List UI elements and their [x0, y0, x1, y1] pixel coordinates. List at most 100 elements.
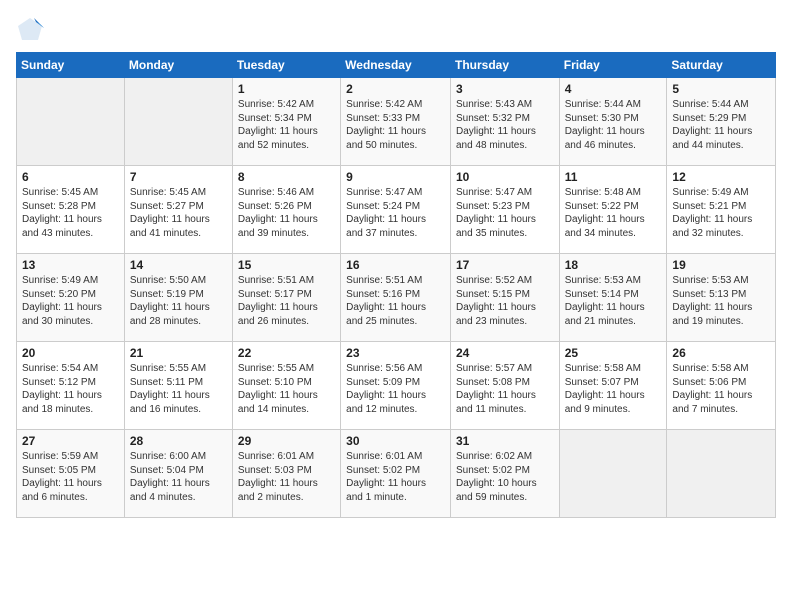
- day-info: Sunrise: 5:48 AM Sunset: 5:22 PM Dayligh…: [565, 186, 662, 240]
- day-number: 7: [130, 170, 227, 184]
- day-info: Sunrise: 5:55 AM Sunset: 5:11 PM Dayligh…: [130, 362, 227, 416]
- day-cell: 23 Sunrise: 5:56 AM Sunset: 5:09 PM Dayli…: [341, 342, 451, 430]
- week-row-1: 1Sunrise: 5:42 AM Sunset: 5:34 PM Daylig…: [17, 78, 776, 166]
- day-info: Sunrise: 5:56 AM Sunset: 5:09 PM Dayligh…: [346, 362, 445, 416]
- day-number: 23: [346, 346, 445, 360]
- weekday-header-monday: Monday: [124, 53, 232, 78]
- day-cell: 16Sunrise: 5:51 AM Sunset: 5:16 PM Dayli…: [341, 254, 451, 342]
- day-cell: 11 Sunrise: 5:48 AM Sunset: 5:22 PM Dayli…: [559, 166, 667, 254]
- day-number: 9: [346, 170, 445, 184]
- day-info: Sunrise: 5:47 AM Sunset: 5:24 PM Dayligh…: [346, 186, 445, 240]
- day-number: 20: [22, 346, 119, 360]
- weekday-header-tuesday: Tuesday: [232, 53, 340, 78]
- logo-icon: [16, 16, 44, 44]
- day-number: 26: [672, 346, 770, 360]
- day-number: 27: [22, 434, 119, 448]
- day-cell: 22 Sunrise: 5:55 AM Sunset: 5:10 PM Dayli…: [232, 342, 340, 430]
- day-info: Sunrise: 5:52 AM Sunset: 5:15 PM Dayligh…: [456, 274, 554, 328]
- day-number: 3: [456, 82, 554, 96]
- day-info: Sunrise: 6:01 AM Sunset: 5:03 PM Dayligh…: [238, 450, 335, 504]
- day-number: 4: [565, 82, 662, 96]
- day-info: Sunrise: 5:45 AM Sunset: 5:28 PM Dayligh…: [22, 186, 119, 240]
- day-number: 21: [130, 346, 227, 360]
- page-header: [16, 16, 776, 44]
- day-cell: 6 Sunrise: 5:45 AM Sunset: 5:28 PM Daylig…: [17, 166, 125, 254]
- calendar-table: SundayMondayTuesdayWednesdayThursdayFrid…: [16, 52, 776, 518]
- weekday-header-friday: Friday: [559, 53, 667, 78]
- day-info: Sunrise: 6:00 AM Sunset: 5:04 PM Dayligh…: [130, 450, 227, 504]
- day-cell: 7 Sunrise: 5:45 AM Sunset: 5:27 PM Daylig…: [124, 166, 232, 254]
- day-cell: 17Sunrise: 5:52 AM Sunset: 5:15 PM Dayli…: [450, 254, 559, 342]
- day-cell: 8 Sunrise: 5:46 AM Sunset: 5:26 PM Daylig…: [232, 166, 340, 254]
- day-info: Sunrise: 5:58 AM Sunset: 5:07 PM Dayligh…: [565, 362, 662, 416]
- day-number: 14: [130, 258, 227, 272]
- day-cell: 24 Sunrise: 5:57 AM Sunset: 5:08 PM Dayli…: [450, 342, 559, 430]
- day-info: Sunrise: 5:54 AM Sunset: 5:12 PM Dayligh…: [22, 362, 119, 416]
- day-number: 25: [565, 346, 662, 360]
- day-number: 11: [565, 170, 662, 184]
- day-info: Sunrise: 5:57 AM Sunset: 5:08 PM Dayligh…: [456, 362, 554, 416]
- day-cell: [559, 430, 667, 518]
- day-info: Sunrise: 6:01 AM Sunset: 5:02 PM Dayligh…: [346, 450, 445, 504]
- day-cell: 28 Sunrise: 6:00 AM Sunset: 5:04 PM Dayli…: [124, 430, 232, 518]
- day-cell: 31 Sunrise: 6:02 AM Sunset: 5:02 PM Dayli…: [450, 430, 559, 518]
- day-info: Sunrise: 5:45 AM Sunset: 5:27 PM Dayligh…: [130, 186, 227, 240]
- day-cell: 19 Sunrise: 5:53 AM Sunset: 5:13 PM Dayli…: [667, 254, 776, 342]
- day-info: Sunrise: 5:50 AM Sunset: 5:19 PM Dayligh…: [130, 274, 227, 328]
- day-cell: 25 Sunrise: 5:58 AM Sunset: 5:07 PM Dayli…: [559, 342, 667, 430]
- day-cell: 5 Sunrise: 5:44 AM Sunset: 5:29 PM Daylig…: [667, 78, 776, 166]
- day-cell: 10 Sunrise: 5:47 AM Sunset: 5:23 PM Dayli…: [450, 166, 559, 254]
- day-cell: 26Sunrise: 5:58 AM Sunset: 5:06 PM Dayli…: [667, 342, 776, 430]
- day-info: Sunrise: 5:43 AM Sunset: 5:32 PM Dayligh…: [456, 98, 554, 152]
- day-info: Sunrise: 5:47 AM Sunset: 5:23 PM Dayligh…: [456, 186, 554, 240]
- day-cell: 20 Sunrise: 5:54 AM Sunset: 5:12 PM Dayli…: [17, 342, 125, 430]
- day-number: 5: [672, 82, 770, 96]
- logo: [16, 16, 48, 44]
- day-cell: 15Sunrise: 5:51 AM Sunset: 5:17 PM Dayli…: [232, 254, 340, 342]
- day-cell: 13 Sunrise: 5:49 AM Sunset: 5:20 PM Dayli…: [17, 254, 125, 342]
- weekday-header-thursday: Thursday: [450, 53, 559, 78]
- day-number: 18: [565, 258, 662, 272]
- day-cell: 30Sunrise: 6:01 AM Sunset: 5:02 PM Dayli…: [341, 430, 451, 518]
- day-cell: 3 Sunrise: 5:43 AM Sunset: 5:32 PM Daylig…: [450, 78, 559, 166]
- day-number: 2: [346, 82, 445, 96]
- day-info: Sunrise: 5:44 AM Sunset: 5:30 PM Dayligh…: [565, 98, 662, 152]
- day-number: 22: [238, 346, 335, 360]
- week-row-2: 6 Sunrise: 5:45 AM Sunset: 5:28 PM Daylig…: [17, 166, 776, 254]
- day-number: 24: [456, 346, 554, 360]
- day-number: 8: [238, 170, 335, 184]
- week-row-5: 27 Sunrise: 5:59 AM Sunset: 5:05 PM Dayli…: [17, 430, 776, 518]
- day-info: Sunrise: 5:55 AM Sunset: 5:10 PM Dayligh…: [238, 362, 335, 416]
- day-cell: [667, 430, 776, 518]
- day-number: 16: [346, 258, 445, 272]
- day-number: 28: [130, 434, 227, 448]
- day-cell: 21 Sunrise: 5:55 AM Sunset: 5:11 PM Dayli…: [124, 342, 232, 430]
- day-cell: 12Sunrise: 5:49 AM Sunset: 5:21 PM Dayli…: [667, 166, 776, 254]
- day-info: Sunrise: 5:53 AM Sunset: 5:14 PM Dayligh…: [565, 274, 662, 328]
- day-number: 19: [672, 258, 770, 272]
- day-cell: 18 Sunrise: 5:53 AM Sunset: 5:14 PM Dayli…: [559, 254, 667, 342]
- day-info: Sunrise: 6:02 AM Sunset: 5:02 PM Dayligh…: [456, 450, 554, 504]
- day-info: Sunrise: 5:49 AM Sunset: 5:20 PM Dayligh…: [22, 274, 119, 328]
- day-cell: 9 Sunrise: 5:47 AM Sunset: 5:24 PM Daylig…: [341, 166, 451, 254]
- week-row-3: 13 Sunrise: 5:49 AM Sunset: 5:20 PM Dayli…: [17, 254, 776, 342]
- day-cell: 1Sunrise: 5:42 AM Sunset: 5:34 PM Daylig…: [232, 78, 340, 166]
- day-number: 1: [238, 82, 335, 96]
- day-info: Sunrise: 5:53 AM Sunset: 5:13 PM Dayligh…: [672, 274, 770, 328]
- day-info: Sunrise: 5:46 AM Sunset: 5:26 PM Dayligh…: [238, 186, 335, 240]
- day-cell: 14 Sunrise: 5:50 AM Sunset: 5:19 PM Dayli…: [124, 254, 232, 342]
- day-info: Sunrise: 5:49 AM Sunset: 5:21 PM Dayligh…: [672, 186, 770, 240]
- weekday-header-wednesday: Wednesday: [341, 53, 451, 78]
- day-number: 6: [22, 170, 119, 184]
- day-cell: 2Sunrise: 5:42 AM Sunset: 5:33 PM Daylig…: [341, 78, 451, 166]
- day-info: Sunrise: 5:59 AM Sunset: 5:05 PM Dayligh…: [22, 450, 119, 504]
- day-number: 31: [456, 434, 554, 448]
- day-number: 10: [456, 170, 554, 184]
- weekday-header-sunday: Sunday: [17, 53, 125, 78]
- weekday-header-row: SundayMondayTuesdayWednesdayThursdayFrid…: [17, 53, 776, 78]
- day-cell: [124, 78, 232, 166]
- day-info: Sunrise: 5:44 AM Sunset: 5:29 PM Dayligh…: [672, 98, 770, 152]
- day-number: 13: [22, 258, 119, 272]
- day-number: 15: [238, 258, 335, 272]
- day-cell: 29Sunrise: 6:01 AM Sunset: 5:03 PM Dayli…: [232, 430, 340, 518]
